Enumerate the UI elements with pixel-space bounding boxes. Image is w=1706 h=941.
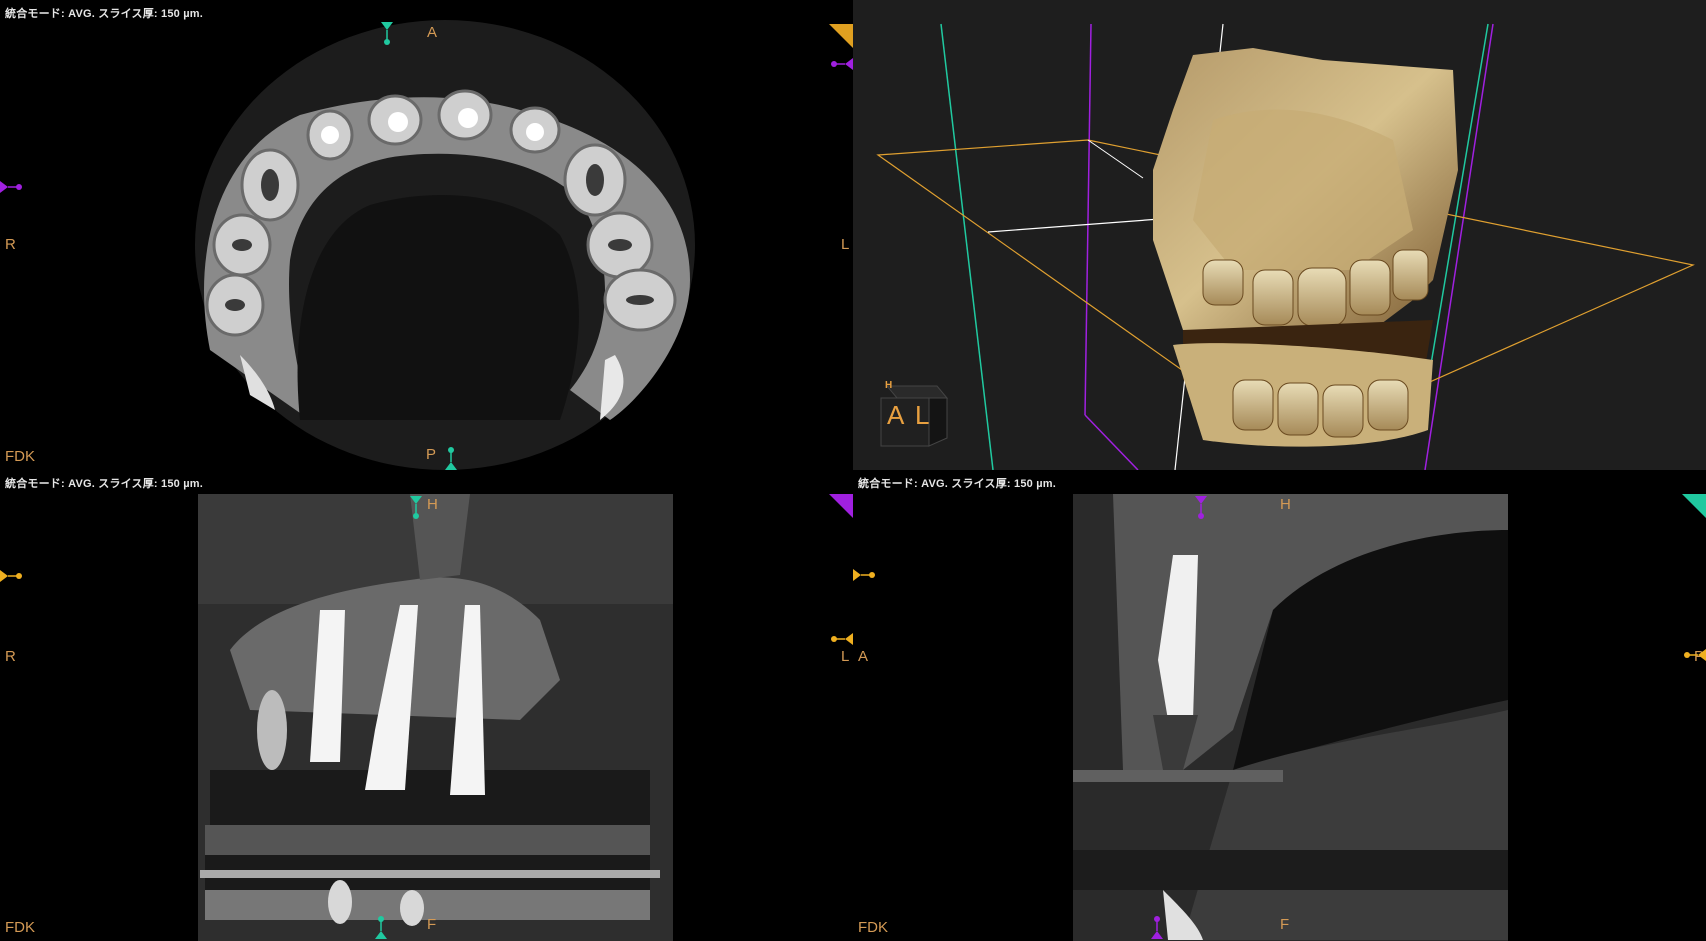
coronal-crosshair-handle-left[interactable] xyxy=(0,569,24,583)
sagittal-image xyxy=(1073,494,1508,941)
coronal-label-left: L xyxy=(841,648,850,665)
axial-corner-marker xyxy=(829,24,853,48)
sagittal-label-anterior: A xyxy=(858,648,869,665)
sagittal-crosshair-handle-top[interactable] xyxy=(1194,494,1208,520)
coronal-algo-label: FDK xyxy=(5,919,35,936)
coronal-corner-marker xyxy=(829,494,853,518)
axial-label-right: R xyxy=(5,236,16,253)
axial-algo-label: FDK xyxy=(5,448,35,465)
axial-label-posterior: P xyxy=(426,446,437,463)
sagittal-crosshair-handle-bottom[interactable] xyxy=(1150,915,1164,941)
orientation-cube-top-label: H xyxy=(885,380,893,391)
axial-label-anterior: A xyxy=(427,24,438,41)
orientation-cube-front-label: A xyxy=(887,400,905,430)
volume-render-view[interactable]: H A L xyxy=(853,0,1706,470)
sagittal-crosshair-handle-right[interactable] xyxy=(1682,648,1706,662)
coronal-view[interactable]: 統合モード: AVG. スライス厚: 150 µm. H F R L FDK xyxy=(0,470,853,941)
coronal-info-text: 統合モード: AVG. スライス厚: 150 µm. xyxy=(5,478,204,490)
axial-crosshair-handle-top[interactable] xyxy=(380,20,394,46)
axial-info-text: 統合モード: AVG. スライス厚: 150 µm. xyxy=(5,8,204,20)
axial-image xyxy=(195,20,695,470)
sagittal-crosshair-handle-left[interactable] xyxy=(853,568,877,582)
orientation-cube-side-label: L xyxy=(915,400,930,430)
coronal-label-foot: F xyxy=(427,916,437,933)
coronal-image xyxy=(198,494,673,941)
sagittal-corner-marker xyxy=(1682,494,1706,518)
coronal-crosshair-handle-bottom[interactable] xyxy=(374,915,388,941)
sagittal-algo-label: FDK xyxy=(858,919,888,936)
axial-crosshair-handle-bottom[interactable] xyxy=(444,446,458,470)
axial-crosshair-handle-right[interactable] xyxy=(829,57,853,71)
sagittal-label-foot: F xyxy=(1280,916,1290,933)
coronal-crosshair-handle-top[interactable] xyxy=(409,494,423,520)
sagittal-label-head: H xyxy=(1280,496,1291,513)
coronal-label-head: H xyxy=(427,496,438,513)
sagittal-info-text: 統合モード: AVG. スライス厚: 150 µm. xyxy=(858,478,1057,490)
coronal-label-right: R xyxy=(5,648,16,665)
axial-label-left: L xyxy=(841,236,850,253)
sagittal-view[interactable]: 統合モード: AVG. スライス厚: 150 µm. H F A P FDK xyxy=(853,470,1706,941)
volume-render-image xyxy=(876,23,1695,470)
axial-crosshair-handle-left[interactable] xyxy=(0,180,24,194)
coronal-crosshair-handle-right[interactable] xyxy=(829,632,853,646)
axial-view[interactable]: 統合モード: AVG. スライス厚: 150 µm. A P R L FDK xyxy=(0,0,853,470)
